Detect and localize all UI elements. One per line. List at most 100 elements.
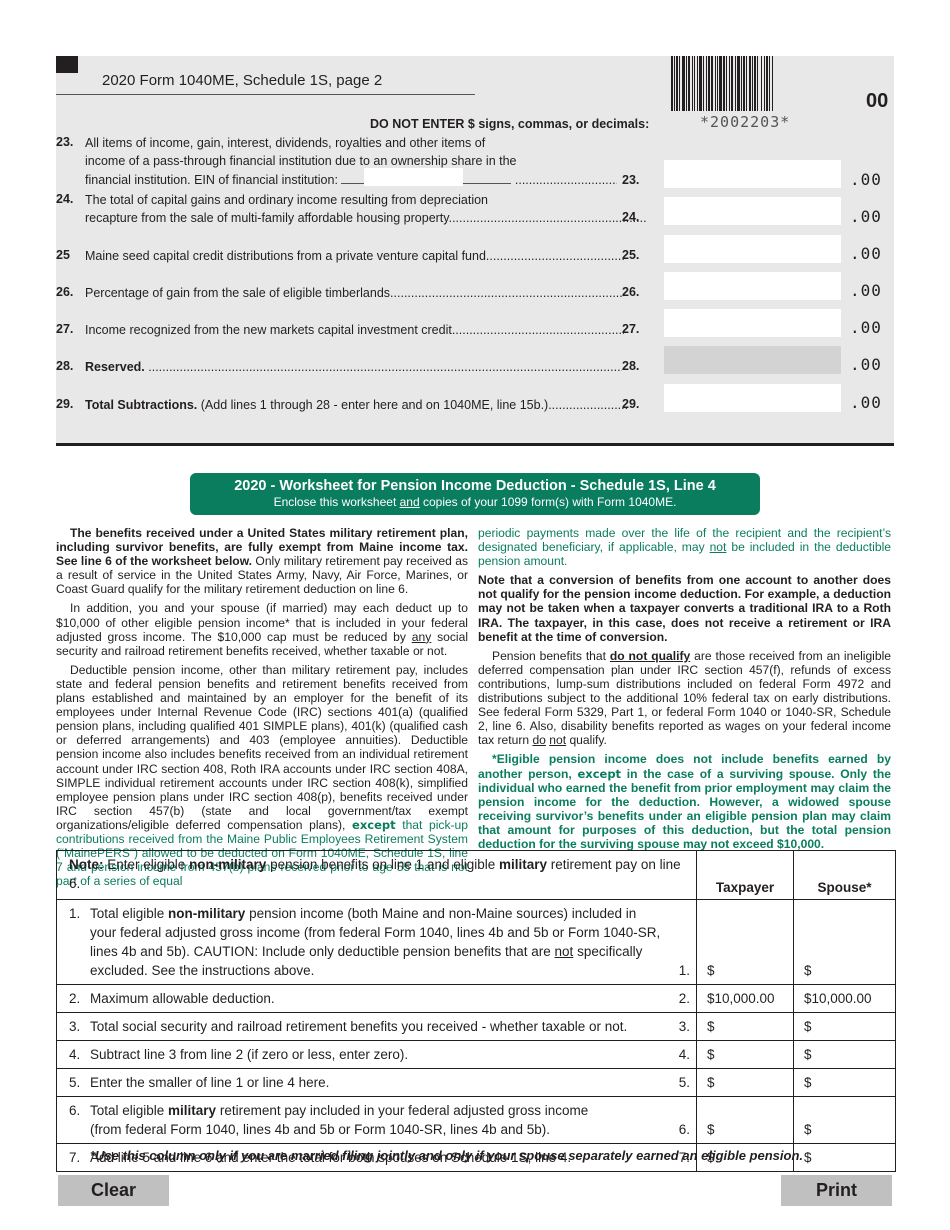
row-line-ref: 3. — [666, 1012, 697, 1041]
line-number: 26. — [56, 285, 74, 299]
row-description: 2. Maximum allowable deduction. — [56, 984, 667, 1013]
line-29-amount-input[interactable] — [664, 384, 841, 412]
taxpayer-amount-cell: $10,000.00 — [696, 984, 794, 1013]
line-26-amount-input[interactable] — [664, 272, 841, 300]
table-row: 6. Total eligible military retirement pay… — [56, 1096, 896, 1144]
spouse-amount-cell[interactable]: $ — [793, 1012, 896, 1041]
eligible-pension-note: *Eligible pension income does not includ… — [478, 752, 891, 851]
line-29-text: Total Subtractions. (Add lines 1 through… — [85, 398, 629, 412]
line-28-amount-input — [664, 346, 841, 374]
line-23-ein-label: financial institution. EIN of financial … — [85, 173, 342, 187]
print-button[interactable]: Print — [781, 1175, 892, 1206]
worksheet-subtitle: Enclose this worksheet and copies of you… — [273, 495, 677, 509]
instruction-paragraph: In addition, you and your spouse (if mar… — [56, 601, 468, 658]
section-divider — [56, 443, 894, 446]
line-ref: 25. — [622, 248, 640, 262]
cents-label: .00 — [850, 281, 882, 300]
line-28-text: Reserved. ..............................… — [85, 360, 622, 374]
row-line-ref: 4. — [666, 1040, 697, 1069]
line-number: 23. — [56, 135, 74, 149]
line-26-text: Percentage of gain from the sale of elig… — [85, 286, 624, 300]
instruction-paragraph: periodic payments made over the life of … — [478, 526, 891, 569]
table-header-row: Note: Enter eligible non-military pensio… — [56, 850, 896, 900]
line-24-text-2: recapture from the sale of multi-family … — [85, 211, 647, 225]
row-line-ref: 1. — [666, 899, 697, 985]
row-line-ref: 5. — [666, 1068, 697, 1097]
table-row: 1. Total eligible non-military pension in… — [56, 899, 896, 985]
pension-worksheet-table: Note: Enter eligible non-military pensio… — [56, 850, 896, 1172]
ein-input[interactable] — [364, 168, 463, 186]
row-line-ref: 6. — [666, 1096, 697, 1144]
line-27-label: Income recognized from the new markets c… — [85, 323, 452, 337]
line-number: 25 — [56, 248, 70, 262]
column-header-taxpayer: Taxpayer — [696, 850, 794, 900]
line-25-amount-input[interactable] — [664, 235, 841, 263]
line-ref: 23. — [622, 173, 640, 187]
line-25-text: Maine seed capital credit distributions … — [85, 249, 624, 263]
barcode-text: *2002203* — [700, 113, 791, 131]
instructions-right-column: periodic payments made over the life of … — [478, 526, 891, 856]
taxpayer-amount-cell[interactable]: $ — [696, 1096, 794, 1144]
row-description: 1. Total eligible non-military pension in… — [56, 899, 667, 985]
line-23-text-3: financial institution. EIN of financial … — [85, 173, 617, 187]
conversion-note: Note that a conversion of benefits from … — [478, 573, 891, 644]
column-header-spouse: Spouse* — [793, 850, 896, 900]
spouse-amount-cell[interactable]: $ — [793, 1096, 896, 1144]
clear-button[interactable]: Clear — [58, 1175, 169, 1206]
row-description: 3. Total social security and railroad ret… — [56, 1012, 667, 1041]
table-row: 5. Enter the smaller of line 1 or line 4 … — [56, 1068, 896, 1097]
line-ref: 27. — [622, 322, 640, 336]
row-description: 5. Enter the smaller of line 1 or line 4 … — [56, 1068, 667, 1097]
barcode-bar — [773, 56, 775, 111]
form-code: 00 — [866, 90, 889, 112]
cents-label: .00 — [850, 318, 882, 337]
taxpayer-amount-cell[interactable]: $ — [696, 899, 794, 985]
page-title: 2020 Form 1040ME, Schedule 1S, page 2 — [102, 72, 383, 89]
table-row: 4. Subtract line 3 from line 2 (if zero o… — [56, 1040, 896, 1069]
entry-instruction: DO NOT ENTER $ signs, commas, or decimal… — [370, 117, 650, 131]
line-number: 27. — [56, 322, 74, 336]
row-description: 6. Total eligible military retirement pay… — [56, 1096, 667, 1144]
taxpayer-amount-cell[interactable]: $ — [696, 1068, 794, 1097]
row-line-ref: 2. — [666, 984, 697, 1013]
line-23-text-1: All items of income, gain, interest, div… — [85, 136, 486, 150]
spouse-amount-cell[interactable]: $ — [793, 1040, 896, 1069]
line-28-label: Reserved. — [85, 360, 145, 374]
line-ref: 28. — [622, 359, 640, 373]
spouse-amount-cell: $10,000.00 — [793, 984, 896, 1013]
cents-label: .00 — [850, 355, 882, 374]
spouse-amount-cell[interactable]: $ — [793, 1143, 896, 1172]
title-divider — [56, 94, 475, 95]
spouse-column-footnote: *Use this column only if you are married… — [90, 1148, 803, 1163]
line-number: 24. — [56, 192, 74, 206]
line-24-text-2-label: recapture from the sale of multi-family … — [85, 211, 453, 225]
line-ref: 29. — [622, 397, 640, 411]
taxpayer-amount-cell[interactable]: $ — [696, 1040, 794, 1069]
barcode — [671, 56, 854, 111]
cents-label: .00 — [850, 207, 882, 226]
line-27-amount-input[interactable] — [664, 309, 841, 337]
worksheet-banner: 2020 - Worksheet for Pension Income Dedu… — [190, 473, 760, 515]
worksheet-title: 2020 - Worksheet for Pension Income Dedu… — [234, 478, 716, 494]
cents-label: .00 — [850, 393, 882, 412]
line-ref: 24. — [622, 210, 640, 224]
instruction-paragraph: The benefits received under a United Sta… — [56, 526, 469, 597]
table-note: Note: Enter eligible non-military pensio… — [56, 850, 697, 900]
row-description: 4. Subtract line 3 from line 2 (if zero o… — [56, 1040, 667, 1069]
line-24-amount-input[interactable] — [664, 197, 841, 225]
spouse-amount-cell[interactable]: $ — [793, 1068, 896, 1097]
line-25-label: Maine seed capital credit distributions … — [85, 249, 486, 263]
table-row: 2. Maximum allowable deduction. 2. $10,00… — [56, 984, 896, 1013]
cents-label: .00 — [850, 244, 882, 263]
registration-mark — [56, 56, 78, 73]
cents-label: .00 — [850, 170, 882, 189]
line-29-label: Total Subtractions. — [85, 398, 198, 412]
line-23-amount-input[interactable] — [664, 160, 841, 188]
line-26-label: Percentage of gain from the sale of elig… — [85, 286, 391, 300]
line-ref: 26. — [622, 285, 640, 299]
taxpayer-amount-cell[interactable]: $ — [696, 1012, 794, 1041]
line-number: 29. — [56, 397, 74, 411]
spouse-amount-cell[interactable]: $ — [793, 899, 896, 985]
instruction-paragraph: Pension benefits that do not qualify are… — [478, 648, 891, 748]
table-row: 3. Total social security and railroad ret… — [56, 1012, 896, 1041]
